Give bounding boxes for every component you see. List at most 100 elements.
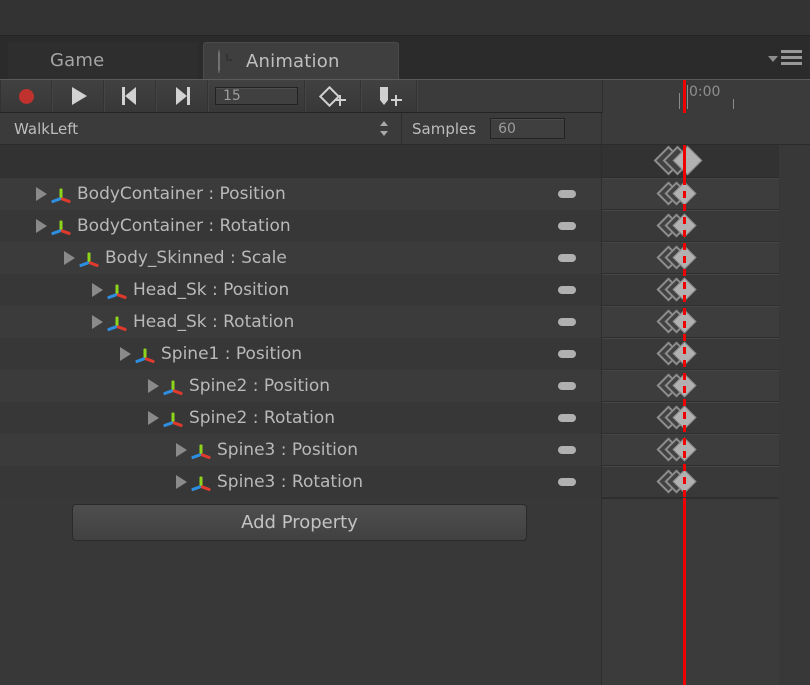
window-top-strip	[0, 0, 810, 36]
expand-triangle-icon[interactable]	[36, 187, 47, 201]
curve-toggle-dot[interactable]	[558, 446, 576, 454]
curve-toggle-dot[interactable]	[558, 286, 576, 294]
transform-axis-icon	[107, 281, 127, 300]
expand-triangle-icon[interactable]	[148, 411, 159, 425]
dopesheet[interactable]	[602, 145, 779, 685]
playhead-ruler-marker[interactable]	[683, 80, 686, 113]
curve-toggle-dot[interactable]	[558, 222, 576, 230]
clip-selector[interactable]: WalkLeft	[0, 113, 402, 144]
property-row[interactable]: Spine2 : Rotation	[0, 402, 601, 434]
summary-row-left	[0, 145, 601, 178]
samples-label: Samples	[412, 119, 477, 138]
playhead-summary-segment[interactable]	[683, 145, 686, 178]
window-menu-button[interactable]	[768, 50, 802, 68]
keyframe-cluster[interactable]	[656, 373, 712, 399]
add-property-button[interactable]: Add Property	[72, 504, 527, 541]
transform-axis-icon	[107, 313, 127, 332]
property-row[interactable]: BodyContainer : Rotation	[0, 210, 601, 242]
next-keyframe-button[interactable]	[156, 80, 208, 112]
tab-bar: Game Animation	[0, 36, 810, 79]
samples-group: Samples 60	[402, 113, 602, 144]
transform-axis-icon	[51, 217, 71, 236]
expand-triangle-icon[interactable]	[92, 283, 103, 297]
curve-toggle-dot[interactable]	[558, 414, 576, 422]
dopesheet-empty-area[interactable]	[602, 498, 779, 685]
curve-toggle-dot[interactable]	[558, 382, 576, 390]
expand-triangle-icon[interactable]	[92, 315, 103, 329]
keyframe-cluster[interactable]	[656, 309, 712, 335]
animation-window: Game Animation 15 0:00 WalkLeft Samples …	[0, 0, 810, 685]
keyframe-cluster[interactable]	[656, 277, 712, 303]
playhead-lower-segment[interactable]	[683, 498, 686, 685]
ruler-tick	[733, 99, 734, 109]
ruler-tick	[679, 93, 680, 109]
timeline-ruler[interactable]: 0:00	[602, 80, 810, 113]
playhead-dashed[interactable]	[683, 178, 686, 498]
tab-animation[interactable]: Animation	[203, 42, 399, 79]
property-label: Head_Sk : Position	[133, 280, 290, 300]
property-row[interactable]: Spine1 : Position	[0, 338, 601, 370]
record-icon	[18, 88, 34, 104]
expand-triangle-icon[interactable]	[176, 443, 187, 457]
property-label: Spine2 : Rotation	[189, 408, 335, 428]
clock-icon	[218, 50, 238, 73]
tab-animation-label: Animation	[246, 50, 340, 72]
previous-keyframe-icon	[121, 87, 139, 105]
property-label: Spine3 : Position	[217, 440, 359, 460]
keyframe-cluster[interactable]	[656, 469, 712, 495]
keyframe-cluster[interactable]	[656, 181, 712, 207]
transform-axis-icon	[163, 377, 183, 396]
hamburger-menu-icon	[781, 50, 802, 68]
expand-triangle-icon[interactable]	[176, 475, 187, 489]
add-event-button[interactable]	[361, 80, 417, 112]
property-row[interactable]: Spine3 : Position	[0, 434, 601, 466]
expand-triangle-icon[interactable]	[36, 219, 47, 233]
frame-field-wrapper: 15	[208, 80, 305, 112]
keyframe-cluster[interactable]	[656, 405, 712, 431]
keyframe-cluster[interactable]	[656, 213, 712, 239]
curve-toggle-dot[interactable]	[558, 190, 576, 198]
transform-axis-icon	[191, 441, 211, 460]
clip-bar-spacer	[602, 113, 810, 144]
ruler-time-label: 0:00	[689, 84, 721, 100]
property-row[interactable]: Spine2 : Position	[0, 370, 601, 402]
keyframe-cluster[interactable]	[656, 245, 712, 271]
chevron-updown-icon	[380, 121, 389, 136]
property-label: Body_Skinned : Scale	[105, 248, 287, 268]
transform-axis-icon	[163, 409, 183, 428]
current-frame-input[interactable]: 15	[215, 87, 298, 105]
property-label: Spine1 : Position	[161, 344, 303, 364]
clip-bar: WalkLeft Samples 60	[0, 113, 810, 145]
property-label: BodyContainer : Rotation	[77, 216, 291, 236]
expand-triangle-icon[interactable]	[148, 379, 159, 393]
next-keyframe-icon	[173, 87, 191, 105]
curve-toggle-dot[interactable]	[558, 254, 576, 262]
tab-game-label: Game	[50, 50, 105, 71]
keyframe-cluster[interactable]	[656, 437, 712, 463]
expand-triangle-icon[interactable]	[64, 251, 75, 265]
previous-keyframe-button[interactable]	[104, 80, 156, 112]
clip-name-label: WalkLeft	[14, 119, 79, 138]
samples-input[interactable]: 60	[490, 118, 566, 139]
record-button[interactable]	[0, 80, 52, 112]
curve-toggle-dot[interactable]	[558, 478, 576, 486]
property-row[interactable]: Head_Sk : Rotation	[0, 306, 601, 338]
property-row[interactable]: BodyContainer : Position	[0, 178, 601, 210]
property-label: BodyContainer : Position	[77, 184, 286, 204]
transform-axis-icon	[191, 473, 211, 492]
ruler-tick	[687, 85, 688, 109]
chevron-down-icon	[768, 56, 778, 62]
curve-toggle-dot[interactable]	[558, 350, 576, 358]
animation-window-body: 15 0:00 WalkLeft Samples 60 BodyContaine…	[0, 79, 810, 685]
tab-game[interactable]: Game	[8, 42, 198, 79]
add-keyframe-button[interactable]	[305, 80, 361, 112]
property-row[interactable]: Spine3 : Rotation	[0, 466, 601, 498]
property-row[interactable]: Head_Sk : Position	[0, 274, 601, 306]
play-icon	[72, 87, 87, 105]
property-label: Head_Sk : Rotation	[133, 312, 295, 332]
expand-triangle-icon[interactable]	[120, 347, 131, 361]
curve-toggle-dot[interactable]	[558, 318, 576, 326]
property-row[interactable]: Body_Skinned : Scale	[0, 242, 601, 274]
play-button[interactable]	[52, 80, 104, 112]
keyframe-cluster[interactable]	[656, 341, 712, 367]
